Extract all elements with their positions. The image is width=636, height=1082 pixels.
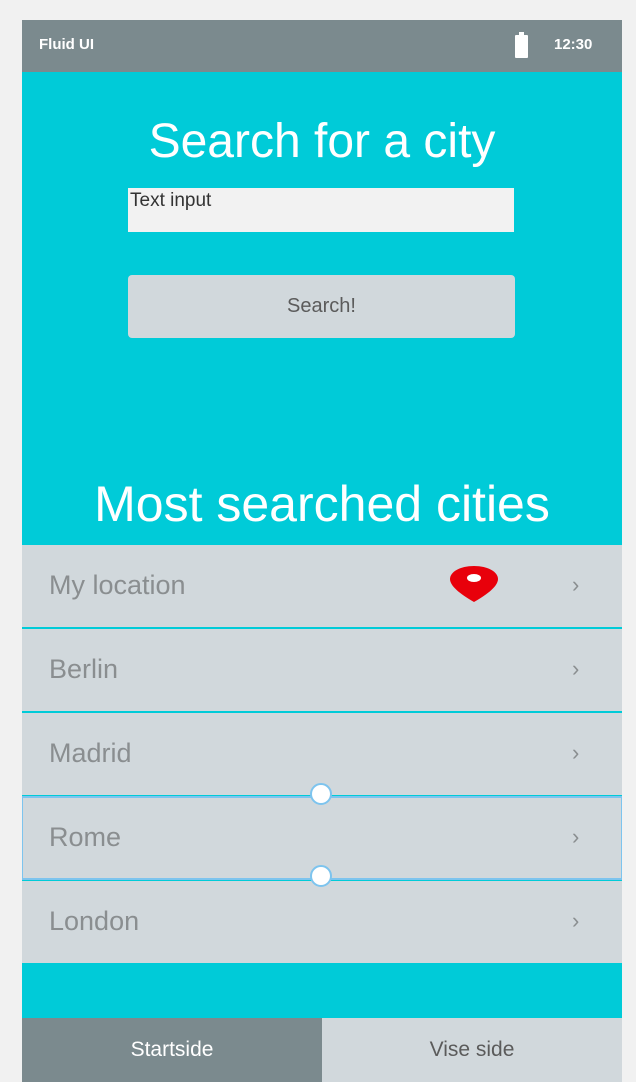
city-label: Madrid [49, 738, 132, 768]
city-row-my-location[interactable]: My location › [22, 545, 622, 627]
city-label: London [49, 906, 140, 936]
most-searched-heading: Most searched cities [94, 476, 550, 532]
tab-bar: Startside Vise side [22, 1018, 622, 1082]
city-search-input[interactable] [128, 188, 514, 232]
chevron-right-icon: › [572, 908, 580, 933]
city-label: My location [49, 570, 186, 600]
chevron-right-icon: › [572, 740, 580, 765]
location-pin-icon [450, 566, 498, 602]
search-button[interactable]: Search! [128, 275, 515, 338]
city-label: Rome [49, 822, 122, 852]
search-heading: Search for a city [148, 115, 496, 168]
resize-handle-bottom[interactable] [310, 865, 332, 887]
tab-vise-side[interactable]: Vise side [322, 1018, 622, 1082]
chevron-right-icon: › [572, 656, 580, 681]
city-list: My location › Berlin › Madrid › Rome › L… [22, 545, 622, 965]
tab-startside[interactable]: Startside [22, 1018, 322, 1082]
city-row-berlin[interactable]: Berlin › [22, 629, 622, 711]
phone-screen: Fluid UI 12:30 Search for a city Search!… [22, 20, 622, 1082]
status-time: 12:30 [554, 36, 593, 53]
city-label: Berlin [49, 654, 119, 684]
status-bar: Fluid UI 12:30 [22, 20, 622, 72]
battery-icon [515, 32, 528, 58]
resize-handle-top[interactable] [310, 783, 332, 805]
chevron-right-icon: › [572, 572, 580, 597]
city-row-london[interactable]: London › [22, 881, 622, 963]
chevron-right-icon: › [572, 824, 580, 849]
app-name: Fluid UI [39, 36, 94, 53]
